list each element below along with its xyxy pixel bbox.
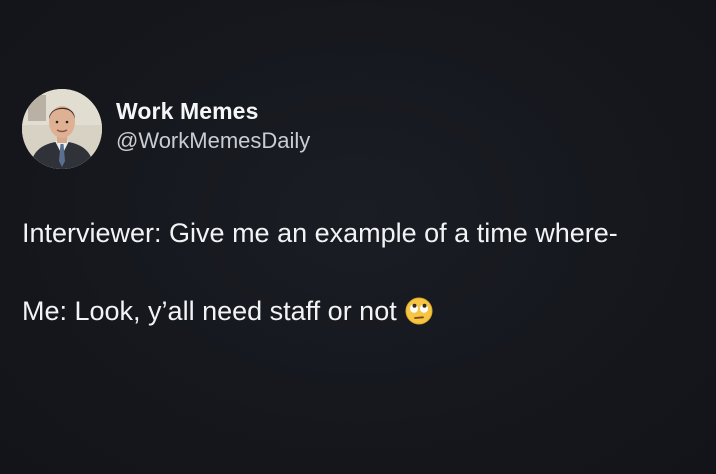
tweet-line-text: Me: Look, y’all need staff or not [22,296,397,326]
tweet-line-text: Interviewer: Give me an example of a tim… [22,218,618,248]
avatar-photo-icon [22,89,102,169]
display-name[interactable]: Work Memes [116,97,310,125]
tweet-screenshot: Work Memes @WorkMemesDaily Interviewer: … [0,0,716,474]
tweet-line-interviewer: Interviewer: Give me an example of a tim… [22,216,702,250]
user-handle[interactable]: @WorkMemesDaily [116,127,310,155]
tweet-line-me: Me: Look, y’all need staff or not [22,294,702,333]
tweet-text: Interviewer: Give me an example of a tim… [22,216,702,333]
eye-roll-emoji-icon [405,297,433,333]
tweet-header: Work Memes @WorkMemesDaily [22,89,310,169]
avatar[interactable] [22,89,102,169]
user-info: Work Memes @WorkMemesDaily [116,97,310,155]
